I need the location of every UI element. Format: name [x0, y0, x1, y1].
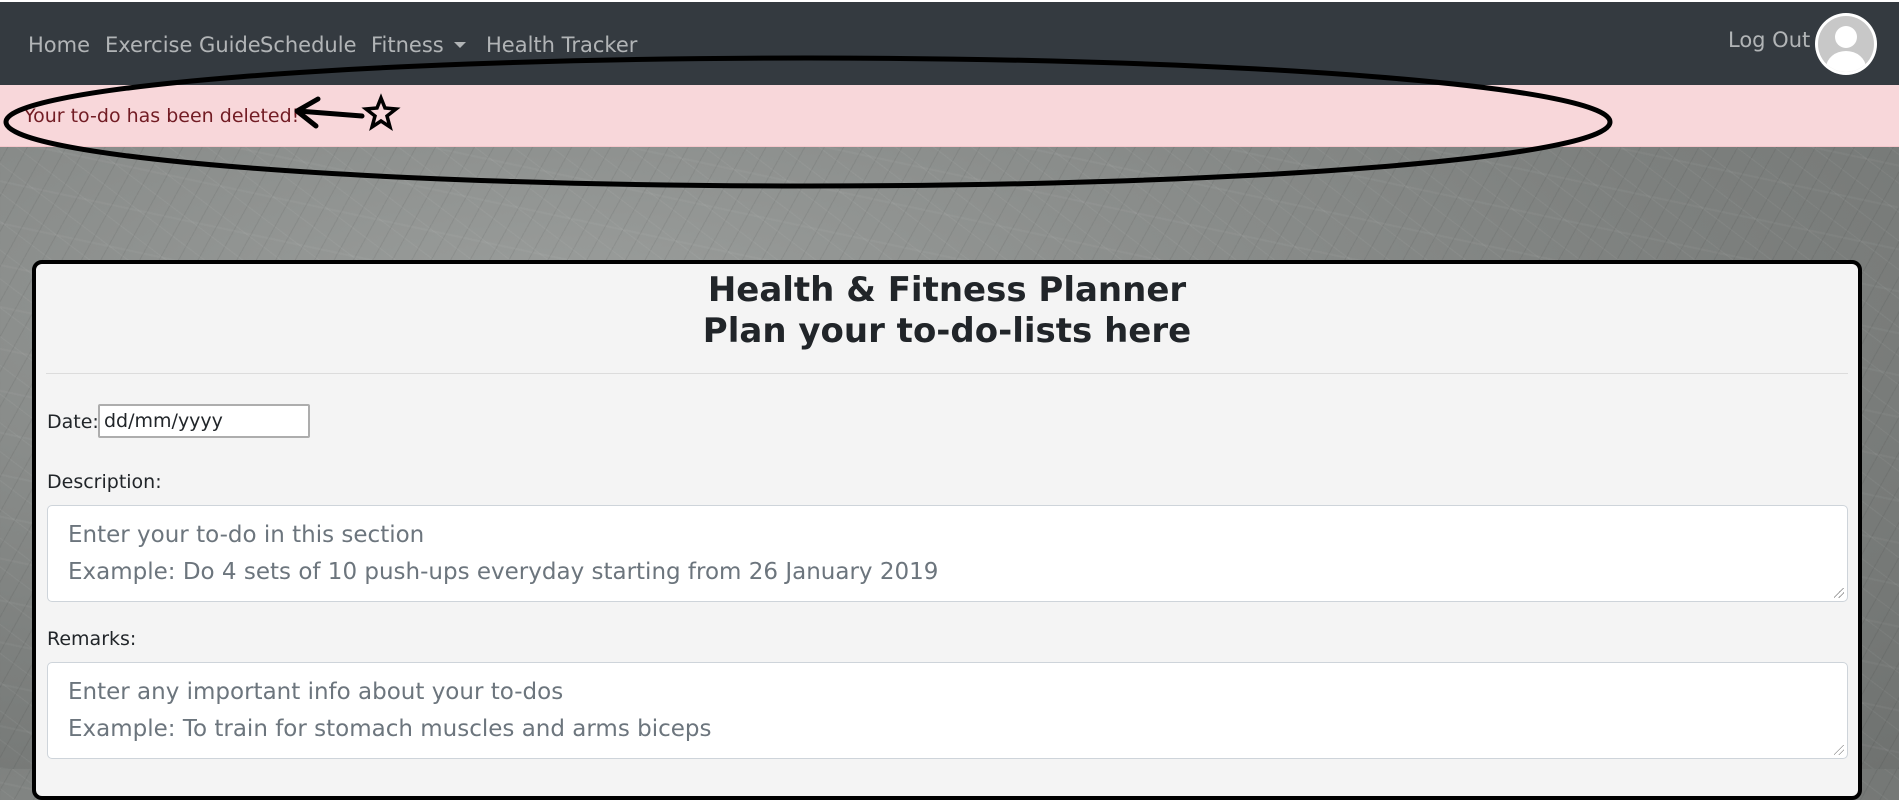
nav-schedule-link[interactable]: Schedule [260, 33, 357, 57]
description-placeholder-line1: Enter your to-do in this section [68, 522, 425, 548]
remarks-placeholder-line2: Example: To train for stomach muscles an… [68, 716, 712, 742]
logout-link[interactable]: Log Out [1728, 28, 1810, 52]
card-divider [46, 373, 1848, 374]
description-placeholder-line2: Example: Do 4 sets of 10 push-ups everyd… [68, 559, 939, 585]
nav-home-link[interactable]: Home [28, 33, 90, 57]
remarks-placeholder-line1: Enter any important info about your to-d… [68, 679, 564, 705]
remarks-label: Remarks: [47, 628, 137, 650]
date-label: Date: [47, 411, 99, 433]
nav-exercise-guide-link[interactable]: Exercise Guide [105, 33, 261, 57]
resize-handle-icon[interactable] [1834, 745, 1844, 755]
nav-health-tracker-link[interactable]: Health Tracker [486, 33, 637, 57]
planner-card: Health & Fitness Planner Plan your to-do… [32, 260, 1862, 800]
resize-handle-icon[interactable] [1834, 588, 1844, 598]
nav-fitness-label: Fitness [371, 33, 444, 57]
remarks-textarea[interactable]: Enter any important info about your to-d… [47, 662, 1848, 759]
description-label: Description: [47, 471, 162, 493]
alert-message: Your to-do has been deleted! [24, 105, 300, 127]
page-subtitle: Plan your to-do-lists here [702, 311, 1192, 351]
date-input[interactable] [98, 404, 310, 438]
nav-fitness-dropdown[interactable]: Fitness [371, 33, 466, 57]
page-title: Health & Fitness Planner [707, 270, 1187, 310]
alert-banner: Your to-do has been deleted! [0, 85, 1899, 147]
top-navbar: Home Exercise Guide Schedule Fitness Hea… [0, 0, 1899, 85]
user-avatar-icon[interactable] [1815, 13, 1877, 75]
description-textarea[interactable]: Enter your to-do in this section Example… [47, 505, 1848, 602]
chevron-down-icon [453, 42, 466, 48]
